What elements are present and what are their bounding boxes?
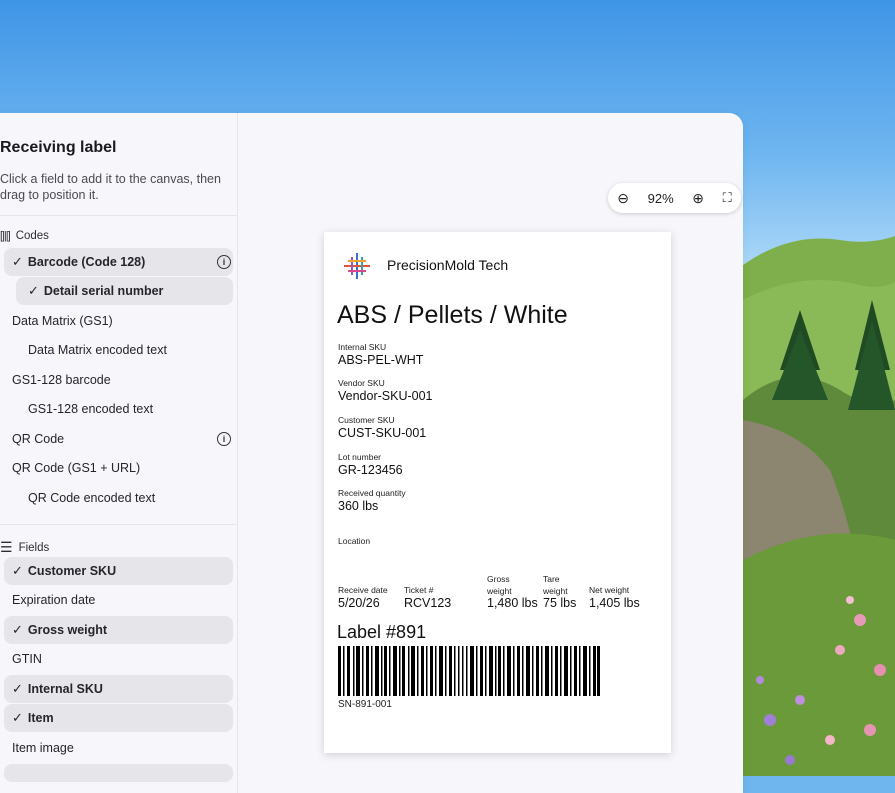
internal-sku-value: ABS-PEL-WHT (338, 353, 424, 367)
code-item-label: GS1-128 barcode (12, 373, 111, 387)
gross-weight-label: Gross weight (487, 574, 512, 596)
zoom-in-icon[interactable]: ⊕ (692, 190, 704, 207)
field-item-label: GTIN (12, 652, 42, 666)
vendor-sku-label: Vendor SKU (338, 378, 385, 388)
zoom-out-icon[interactable]: ⊖ (617, 190, 629, 207)
customer-sku-label: Customer SKU (338, 415, 395, 425)
field-sidebar: Receiving label Click a field to add it … (0, 113, 238, 793)
code-item-data-matrix-text[interactable]: Data Matrix encoded text (16, 336, 233, 364)
field-item-label: Gross weight (27, 623, 108, 637)
code-item-label: QR Code (GS1 + URL) (12, 461, 141, 475)
list-icon: ☰ (0, 539, 13, 555)
code-item-label: Data Matrix encoded text (28, 343, 167, 357)
code-item-label: GS1-128 encoded text (28, 402, 154, 416)
divider (0, 215, 237, 216)
vendor-sku-value: Vendor-SKU-001 (338, 389, 433, 403)
internal-sku-label: Internal SKU (338, 342, 387, 352)
code-item-qr-text[interactable]: QR Code encoded text (16, 484, 233, 512)
code-item-qr-gs1-url[interactable]: QR Code (GS1 + URL) (4, 454, 233, 482)
customer-sku-value: CUST-SKU-001 (338, 426, 427, 440)
field-item-partial[interactable] (4, 764, 233, 782)
field-item-label: Customer SKU (27, 564, 117, 578)
lot-number-value: GR-123456 (338, 463, 403, 477)
field-item-label: Expiration date (12, 593, 96, 607)
field-item-gtin[interactable]: GTIN (4, 645, 233, 673)
codes-section-header: [|||] Codes (0, 230, 49, 242)
code-item-barcode-code128[interactable]: ✓ Barcode (Code 128) i (4, 248, 233, 276)
receive-date-label: Receive date (338, 585, 388, 595)
code-item-gs1-128[interactable]: GS1-128 barcode (4, 366, 233, 394)
fields-section-header: ☰ Fields (0, 539, 49, 556)
tare-weight-value: 75 lbs (543, 596, 577, 610)
field-item-gross-weight[interactable]: ✓ Gross weight (4, 616, 233, 644)
fullscreen-icon[interactable]: ⛶ (723, 190, 732, 206)
info-icon[interactable]: i (217, 255, 231, 269)
label-number: Label #891 (337, 622, 427, 642)
check-icon: ✓ (28, 283, 39, 298)
check-icon: ✓ (12, 254, 23, 269)
panel-hint: Click a field to add it to the canvas, t… (0, 172, 221, 202)
lot-number-label: Lot number (338, 452, 381, 462)
app-window: Receiving label Click a field to add it … (0, 113, 743, 793)
code-item-label: QR Code encoded text (28, 491, 156, 505)
field-item-internal-sku[interactable]: ✓ Internal SKU (4, 675, 233, 703)
label-canvas[interactable]: PrecisionMold Tech ABS / Pellets / White… (324, 232, 671, 753)
company-logo-icon (344, 253, 370, 279)
field-item-label: Internal SKU (27, 682, 103, 696)
serial-number: SN-891-001 (338, 699, 392, 710)
code-item-gs1-128-text[interactable]: GS1-128 encoded text (16, 395, 233, 423)
code-item-qr-code[interactable]: QR Code i (4, 425, 233, 453)
divider (0, 524, 237, 525)
code-item-label: Barcode (Code 128) (27, 255, 146, 269)
field-item-item-image[interactable]: Item image (4, 734, 233, 762)
code-item-data-matrix[interactable]: Data Matrix (GS1) (4, 307, 233, 335)
field-item-expiration-date[interactable]: Expiration date (4, 586, 233, 614)
code-item-label: Detail serial number (43, 284, 164, 298)
check-icon: ✓ (12, 622, 23, 637)
ticket-label: Ticket # (404, 585, 434, 595)
item-title: ABS / Pellets / White (337, 301, 568, 329)
field-item-label: Item (27, 711, 54, 725)
field-item-item[interactable]: ✓ Item (4, 704, 233, 732)
company-name: PrecisionMold Tech (387, 257, 509, 273)
net-weight-label: Net weight (589, 585, 630, 595)
field-item-label: Item image (12, 741, 74, 755)
info-icon[interactable]: i (217, 432, 231, 446)
code-item-detail-serial-number[interactable]: ✓ Detail serial number (16, 277, 233, 305)
ticket-value: RCV123 (404, 596, 452, 610)
check-icon: ✓ (12, 681, 23, 696)
fields-section-label: Fields (18, 541, 50, 554)
received-qty-label: Received quantity (338, 488, 406, 498)
tare-weight-label: Tare weight (543, 574, 568, 596)
codes-section-label: Codes (15, 230, 49, 242)
received-qty-value: 360 lbs (338, 499, 379, 513)
barcode-icon: [|||] (0, 230, 11, 242)
check-icon: ✓ (12, 710, 23, 725)
location-label: Location (338, 536, 371, 546)
gross-weight-value: 1,480 lbs (487, 596, 538, 610)
field-item-customer-sku[interactable]: ✓ Customer SKU (4, 557, 233, 585)
code128-barcode (338, 646, 600, 696)
zoom-level: 92% (647, 190, 674, 206)
check-icon: ✓ (12, 563, 23, 578)
code-item-label: QR Code (12, 432, 65, 446)
panel-title: Receiving label (0, 139, 117, 156)
net-weight-value: 1,405 lbs (589, 596, 640, 610)
zoom-toolbar: ⊖ 92% ⊕ ⛶ (608, 183, 741, 213)
receive-date-value: 5/20/26 (338, 596, 380, 610)
code-item-label: Data Matrix (GS1) (12, 314, 113, 328)
